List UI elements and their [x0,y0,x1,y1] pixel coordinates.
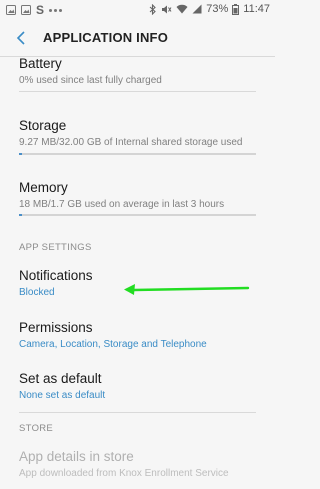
back-button[interactable] [8,26,34,50]
section-header-store: STORE [19,423,54,434]
divider [19,91,256,92]
battery-title: Battery [19,56,62,71]
app-bar: APPLICATION INFO [0,20,275,57]
battery-percent: 73% [206,3,229,15]
battery-icon [232,3,240,15]
status-right: 73% 11:47 [149,3,270,15]
battery-subtitle: 0% used since last fully charged [19,75,162,86]
signal-icon [192,4,202,14]
storage-item[interactable]: Storage 9.27 MB/32.00 GB of Internal sha… [19,118,259,149]
memory-item[interactable]: Memory 18 MB/1.7 GB used on average in l… [19,180,259,211]
samsung-s-icon: S [36,3,45,17]
storage-title: Storage [19,118,67,133]
set-as-default-item[interactable]: Set as default None set as default [19,371,259,402]
section-header-app-settings: APP SETTINGS [19,242,92,253]
status-bar: S 73% 11:47 [0,0,275,20]
status-left: S [6,3,63,17]
app-details-subtitle: App downloaded from Knox Enrollment Serv… [19,468,229,479]
memory-title: Memory [19,180,68,195]
divider [19,412,256,413]
battery-item[interactable]: Battery 0% used since last fully charged [19,56,259,87]
set-as-default-title: Set as default [19,371,102,386]
page-title: APPLICATION INFO [43,30,169,45]
annotation-arrow-icon [124,284,250,295]
permissions-subtitle: Camera, Location, Storage and Telephone [19,339,207,350]
bluetooth-icon [149,3,157,15]
more-dots-icon [49,8,63,12]
wifi-icon [176,4,188,14]
storage-usage-bar [19,153,256,155]
image-icon [21,5,31,15]
image-icon [6,5,16,15]
app-details-title: App details in store [19,449,134,464]
storage-usage-fill [19,153,22,155]
chevron-left-icon [16,31,25,45]
app-details-in-store-item[interactable]: App details in store App downloaded from… [19,449,259,480]
memory-usage-fill [19,214,22,216]
status-time: 11:47 [243,3,270,15]
memory-usage-bar [19,214,256,216]
mute-icon [162,5,172,13]
permissions-title: Permissions [19,320,93,335]
memory-subtitle: 18 MB/1.7 GB used on average in last 3 h… [19,199,225,210]
permissions-item[interactable]: Permissions Camera, Location, Storage an… [19,320,259,351]
set-as-default-subtitle: None set as default [19,390,106,401]
storage-subtitle: 9.27 MB/32.00 GB of Internal shared stor… [19,137,243,148]
